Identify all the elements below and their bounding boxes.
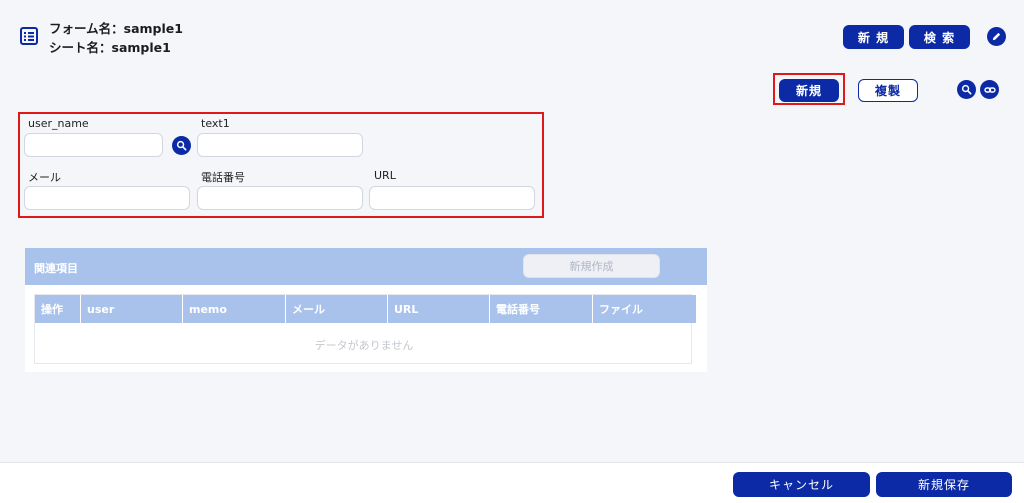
create-new-button[interactable]: 新規作成 (523, 254, 660, 278)
duplicate-button[interactable]: 複製 (858, 79, 918, 102)
new-record-button[interactable]: 新規 (779, 79, 839, 102)
column-header-mail[interactable]: メール (286, 295, 388, 323)
pencil-icon (992, 32, 1001, 41)
empty-state-text: データがありません (314, 339, 414, 352)
related-items-panel: 関連項目 新規作成 操作 user memo メール URL 電話番号 ファイル… (25, 248, 707, 372)
column-header-user[interactable]: user (81, 295, 183, 323)
user-search-button[interactable] (172, 136, 191, 155)
column-header-url[interactable]: URL (388, 295, 490, 323)
mail-input[interactable] (24, 186, 190, 210)
related-items-header: 関連項目 新規作成 (25, 248, 707, 285)
field-label-phone: 電話番号 (201, 171, 245, 184)
search-record-button[interactable] (957, 80, 976, 99)
search-icon (176, 140, 187, 151)
url-input[interactable] (369, 186, 535, 210)
related-items-table: 操作 user memo メール URL 電話番号 ファイル データがありません (34, 294, 697, 364)
link-button[interactable] (980, 80, 999, 99)
field-label-text1: text1 (201, 117, 230, 130)
column-header-phone[interactable]: 電話番号 (490, 295, 593, 323)
related-items-title: 関連項目 (34, 262, 78, 275)
footer-bar: キャンセル 新規保存 (0, 462, 1024, 503)
column-header-action[interactable]: 操作 (35, 295, 81, 323)
user-name-input[interactable] (24, 133, 163, 157)
cancel-button[interactable]: キャンセル (733, 472, 870, 497)
text1-input[interactable] (197, 133, 363, 157)
column-header-file[interactable]: ファイル (593, 295, 697, 323)
field-label-user-name: user_name (28, 117, 89, 130)
edit-button[interactable] (987, 27, 1006, 46)
header-new-button[interactable]: 新 規 (843, 25, 904, 49)
search-icon (961, 84, 972, 95)
table-header: 操作 user memo メール URL 電話番号 ファイル (35, 295, 697, 323)
header-search-button[interactable]: 検 索 (909, 25, 970, 49)
form-list-icon (19, 26, 39, 46)
page-title: フォーム名：sample1 シート名：sample1 (49, 19, 183, 57)
save-new-button[interactable]: 新規保存 (876, 472, 1012, 497)
phone-input[interactable] (197, 186, 363, 210)
link-icon (983, 86, 996, 93)
column-header-memo[interactable]: memo (183, 295, 286, 323)
field-label-mail: メール (28, 171, 61, 184)
sheet-name: シート名：sample1 (49, 40, 171, 55)
field-label-url: URL (374, 169, 396, 182)
form-name: フォーム名：sample1 (49, 21, 183, 36)
